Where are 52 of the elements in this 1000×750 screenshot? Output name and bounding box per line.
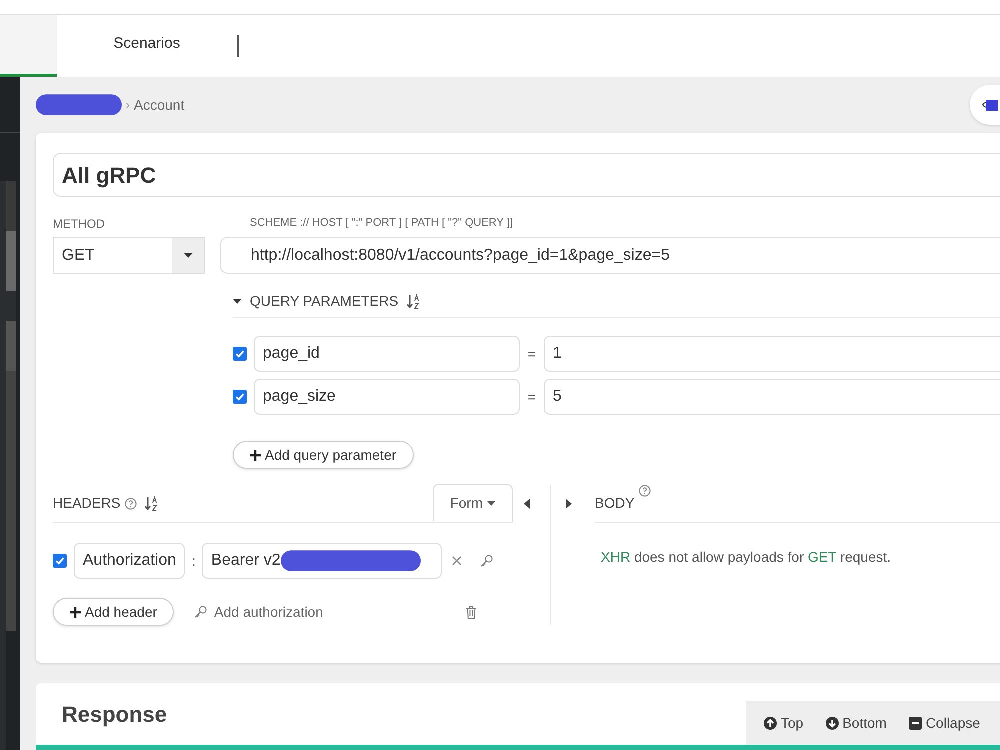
- chevron-icon: ›: [126, 96, 130, 114]
- colon: :: [190, 552, 197, 570]
- section-title: BODY: [595, 494, 635, 513]
- trash-icon[interactable]: [466, 606, 477, 618]
- tab[interactable]: [0, 15, 57, 77]
- plus-icon: [250, 450, 261, 460]
- field-label: METHOD: [53, 216, 106, 231]
- sort-icon[interactable]: [406, 294, 421, 310]
- arrow-left-icon[interactable]: [524, 499, 530, 509]
- sort-icon[interactable]: [144, 496, 159, 512]
- toolbar-button[interactable]: Top: [764, 712, 804, 734]
- response-title: Response: [62, 700, 168, 729]
- help-icon[interactable]: [124, 498, 137, 510]
- caret-icon: [487, 500, 496, 506]
- checkbox[interactable]: [53, 554, 67, 568]
- close-button[interactable]: [452, 556, 462, 566]
- breadcrumb-item[interactable]: Account: [134, 94, 185, 116]
- toolbar-button[interactable]: Collapse: [908, 712, 980, 734]
- key-icon[interactable]: [480, 554, 494, 568]
- view-button[interactable]: [970, 85, 1000, 125]
- equals-sign: =: [526, 344, 538, 364]
- param-value-field[interactable]: 1: [544, 336, 1000, 372]
- header-name-field[interactable]: Authorization: [74, 543, 186, 579]
- add-authorization-link[interactable]: Add authorization: [194, 602, 324, 622]
- arrow-right-icon[interactable]: [566, 499, 572, 509]
- add-header-button[interactable]: Add header: [53, 598, 174, 626]
- arrow-down-icon: [826, 716, 839, 730]
- eye-icon: [982, 99, 998, 111]
- param-name-field[interactable]: page_size: [254, 379, 520, 415]
- caret-icon: [184, 253, 192, 258]
- minus-square-icon: [908, 716, 922, 730]
- toolbar-button[interactable]: Bottom: [826, 712, 887, 734]
- header-value-field[interactable]: Bearer v2: [202, 543, 442, 579]
- add-query-parameter-button[interactable]: Add query parameter: [233, 441, 414, 469]
- form-dropdown[interactable]: Form: [433, 484, 513, 522]
- key-icon[interactable]: [194, 605, 208, 619]
- method-select[interactable]: GET: [53, 237, 205, 274]
- param-name-field[interactable]: page_id: [254, 336, 520, 372]
- plus-icon: [70, 606, 81, 618]
- url-field[interactable]: http://localhost:8080/v1/accounts?page_id=1&page_size=5: [220, 237, 1000, 274]
- request-name-field[interactable]: All gRPC: [53, 153, 1000, 197]
- checkbox[interactable]: [233, 390, 247, 404]
- body-message: XHR does not allow payloads for GET request.: [601, 548, 892, 567]
- section-title: QUERY PARAMETERS: [250, 292, 399, 311]
- section-title: HEADERS: [53, 494, 121, 513]
- caret-icon[interactable]: [233, 297, 242, 306]
- param-value-field[interactable]: 5: [544, 379, 1000, 415]
- equals-sign: =: [526, 388, 538, 406]
- checkbox[interactable]: [233, 347, 247, 361]
- field-label: SCHEME :// HOST [ ":" PORT ] [ PATH [ "?" QUERY ]]: [249, 216, 514, 231]
- help-icon[interactable]: [638, 485, 651, 497]
- arrow-up-icon: [764, 716, 777, 730]
